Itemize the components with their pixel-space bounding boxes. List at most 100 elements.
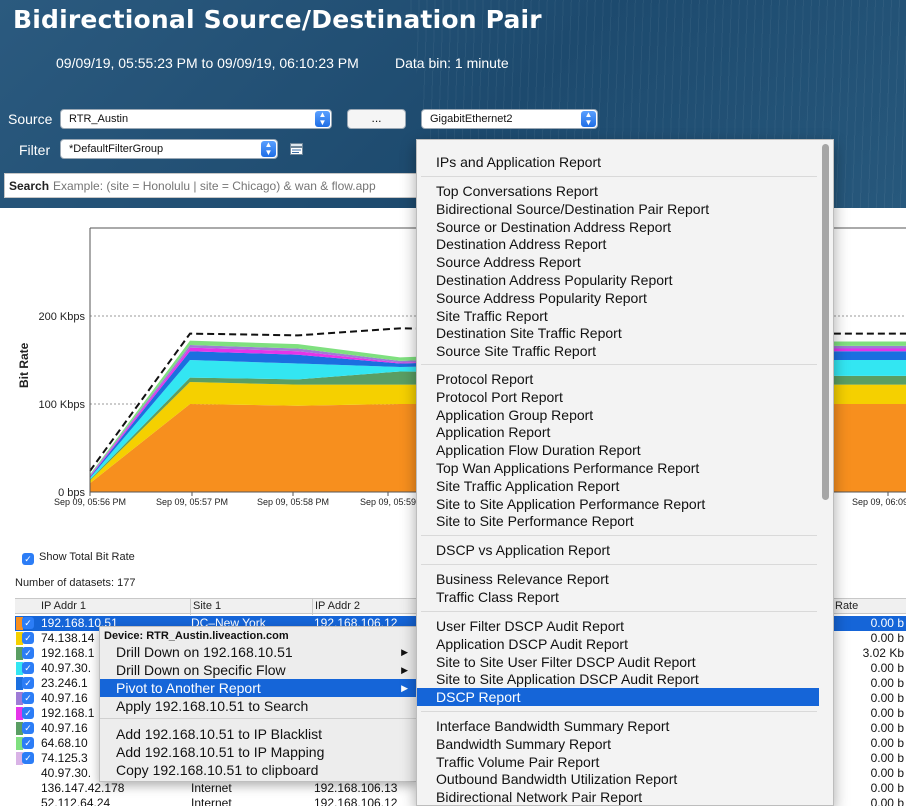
report-menu-item[interactable]: DSCP Report xyxy=(417,688,819,706)
show-total-checkbox[interactable]: ✓ Show Total Bit Rate xyxy=(22,551,135,565)
menu-item-apply-search[interactable]: Apply 192.168.10.51 to Search xyxy=(100,697,416,715)
chevron-updown-icon: ▲ ▼ xyxy=(261,141,276,157)
report-menu-item[interactable]: Interface Bandwidth Summary Report xyxy=(417,717,819,735)
more-button[interactable]: ... xyxy=(347,109,406,129)
cell-ip1: 74.138.14 xyxy=(41,631,95,645)
source-label: Source xyxy=(8,111,53,127)
submenu-arrow-icon: ▶ xyxy=(401,647,408,657)
submenu-scrollbar[interactable] xyxy=(822,144,829,500)
report-menu-item[interactable]: Application Report xyxy=(417,423,819,441)
cell-ip1: 40.97.16 xyxy=(41,691,88,705)
report-menu-item[interactable]: User Filter DSCP Audit Report xyxy=(417,617,819,635)
cell-rate: 0.00 b xyxy=(870,796,904,806)
report-menu-item[interactable]: Bandwidth Summary Report xyxy=(417,735,819,753)
menu-item-add-blacklist[interactable]: Add 192.168.10.51 to IP Blacklist xyxy=(100,725,416,743)
cell-rate: 0.00 b xyxy=(870,691,904,705)
menu-item-label: Apply 192.168.10.51 to Search xyxy=(116,698,309,714)
interface-select-value: GigabitEthernet2 xyxy=(430,113,513,125)
menu-item-drill-down-ip[interactable]: Drill Down on 192.168.10.51 ▶ xyxy=(100,643,416,661)
cell-rate: 3.02 Kb xyxy=(862,646,904,660)
row-checkbox[interactable]: ✓ xyxy=(22,662,34,674)
source-select[interactable]: RTR_Austin ▲ ▼ xyxy=(60,109,332,129)
x-tick-label: Sep 09, 05:59 xyxy=(360,497,416,507)
report-menu-item[interactable]: Top Conversations Report xyxy=(417,182,819,200)
column-header-ip1[interactable]: IP Addr 1 xyxy=(41,600,86,612)
report-menu-item[interactable]: Application DSCP Audit Report xyxy=(417,635,819,653)
report-menu-item[interactable]: Source Address Popularity Report xyxy=(417,289,819,307)
report-menu-item[interactable]: Protocol Report xyxy=(417,370,819,388)
cell-site1: Internet xyxy=(191,781,232,795)
row-checkbox[interactable]: ✓ xyxy=(22,647,34,659)
submenu-divider xyxy=(421,176,817,177)
column-divider xyxy=(190,599,191,615)
cell-ip2: 192.168.106.13 xyxy=(314,781,398,795)
report-menu-item[interactable]: Site Traffic Report xyxy=(417,307,819,325)
report-menu-item[interactable]: Destination Address Report xyxy=(417,235,819,253)
column-header-site1[interactable]: Site 1 xyxy=(193,600,221,612)
filter-select[interactable]: *DefaultFilterGroup ▲ ▼ xyxy=(60,139,278,159)
report-menu-item[interactable]: Business Relevance Report xyxy=(417,570,819,588)
report-menu-item[interactable]: Site to Site Application Performance Rep… xyxy=(417,495,819,513)
filter-edit-icon[interactable] xyxy=(290,143,303,155)
column-header-ip2[interactable]: IP Addr 2 xyxy=(315,600,360,612)
report-menu-item[interactable]: IPs and Application Report xyxy=(417,153,819,171)
report-menu-item[interactable]: Bidirectional Network Pair Report xyxy=(417,788,819,805)
row-checkbox[interactable]: ✓ xyxy=(22,677,34,689)
cell-ip1: 136.147.42.178 xyxy=(41,781,125,795)
cell-rate: 0.00 b xyxy=(870,781,904,795)
report-menu-item[interactable]: Protocol Port Report xyxy=(417,388,819,406)
row-checkbox[interactable]: ✓ xyxy=(22,692,34,704)
chevron-updown-icon: ▲ ▼ xyxy=(315,111,330,127)
menu-item-copy-clipboard[interactable]: Copy 192.168.10.51 to clipboard xyxy=(100,761,416,779)
menu-item-label: Drill Down on Specific Flow xyxy=(116,662,286,678)
report-menu-item[interactable]: DSCP vs Application Report xyxy=(417,541,819,559)
row-checkbox[interactable]: ✓ xyxy=(22,707,34,719)
cell-ip1: 192.168.1 xyxy=(41,706,95,720)
row-checkbox[interactable]: ✓ xyxy=(22,752,34,764)
report-menu-item[interactable]: Destination Address Popularity Report xyxy=(417,271,819,289)
row-checkbox[interactable]: ✓ xyxy=(22,617,34,629)
column-header-rate[interactable]: Rate xyxy=(835,600,858,612)
cell-rate: 0.00 b xyxy=(870,661,904,675)
menu-item-label: Drill Down on 192.168.10.51 xyxy=(116,644,293,660)
menu-item-label: Add 192.168.10.51 to IP Blacklist xyxy=(116,726,322,742)
menu-divider xyxy=(100,718,416,719)
x-tick-label: Sep 09, 05:56 PM xyxy=(54,497,126,507)
menu-item-label: Copy 192.168.10.51 to clipboard xyxy=(116,762,319,778)
menu-item-drill-down-flow[interactable]: Drill Down on Specific Flow ▶ xyxy=(100,661,416,679)
cell-ip1: 40.97.30. xyxy=(41,661,92,675)
interface-select[interactable]: GigabitEthernet2 ▲ ▼ xyxy=(421,109,598,129)
search-label: Search xyxy=(9,179,50,193)
source-select-value: RTR_Austin xyxy=(69,113,129,125)
report-menu-item[interactable]: Application Group Report xyxy=(417,406,819,424)
row-checkbox[interactable]: ✓ xyxy=(22,737,34,749)
menu-item-add-ip-mapping[interactable]: Add 192.168.10.51 to IP Mapping xyxy=(100,743,416,761)
report-menu-item[interactable]: Application Flow Duration Report xyxy=(417,441,819,459)
context-menu: Device: RTR_Austin.liveaction.com Drill … xyxy=(99,626,417,782)
y-tick-label: 100 Kbps xyxy=(39,399,86,411)
report-menu-item[interactable]: Bidirectional Source/Destination Pair Re… xyxy=(417,200,819,218)
search-input[interactable] xyxy=(53,174,421,197)
report-menu-item[interactable]: Site to Site Performance Report xyxy=(417,512,819,530)
report-menu-item[interactable]: Traffic Volume Pair Report xyxy=(417,753,819,771)
report-menu-item[interactable]: Site Traffic Application Report xyxy=(417,477,819,495)
cell-rate: 0.00 b xyxy=(870,736,904,750)
cell-rate: 0.00 b xyxy=(870,631,904,645)
cell-rate: 0.00 b xyxy=(870,766,904,780)
cell-rate: 0.00 b xyxy=(870,676,904,690)
report-menu-item[interactable]: Source or Destination Address Report xyxy=(417,218,819,236)
row-checkbox[interactable]: ✓ xyxy=(22,722,34,734)
report-menu-item[interactable]: Traffic Class Report xyxy=(417,588,819,606)
row-checkbox[interactable]: ✓ xyxy=(22,632,34,644)
report-menu-item[interactable]: Source Address Report xyxy=(417,253,819,271)
report-menu-item[interactable]: Top Wan Applications Performance Report xyxy=(417,459,819,477)
report-menu-item[interactable]: Destination Site Traffic Report xyxy=(417,324,819,342)
menu-item-pivot-report[interactable]: Pivot to Another Report ▶ xyxy=(100,679,416,697)
report-menu-item[interactable]: Site to Site User Filter DSCP Audit Repo… xyxy=(417,653,819,671)
cell-ip1: 40.97.30. xyxy=(41,766,92,780)
report-menu-item[interactable]: Site to Site Application DSCP Audit Repo… xyxy=(417,670,819,688)
submenu-divider xyxy=(421,364,817,365)
report-menu-item[interactable]: Outbound Bandwidth Utilization Report xyxy=(417,770,819,788)
submenu-divider xyxy=(421,535,817,536)
report-menu-item[interactable]: Source Site Traffic Report xyxy=(417,342,819,360)
